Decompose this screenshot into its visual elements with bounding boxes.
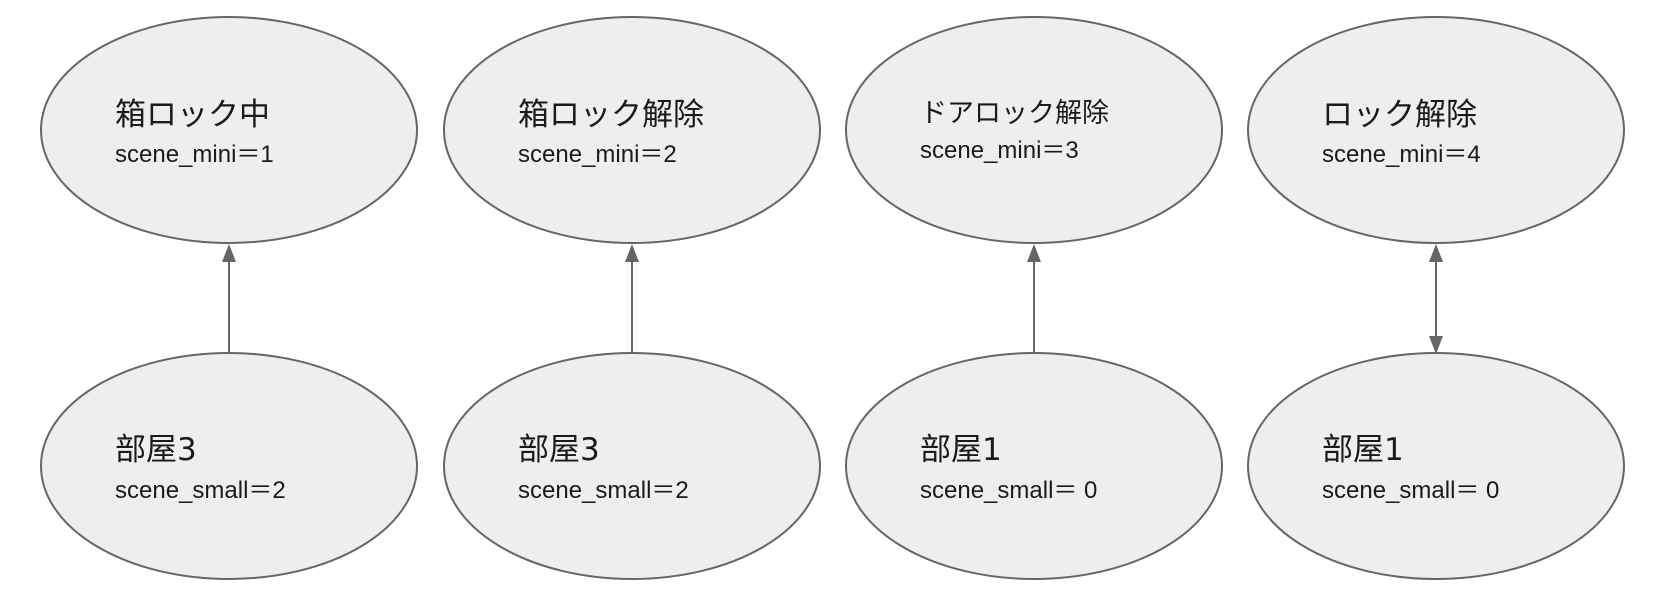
node-title: 部屋3 [115, 432, 197, 468]
state-diagram: 箱ロック中 scene_mini＝1 箱ロック解除 scene_mini＝2 ド… [40, 16, 1625, 580]
arrow-down-icon [1429, 336, 1443, 354]
arrow-up-icon [1429, 244, 1443, 262]
arrow-up-icon [625, 244, 639, 262]
node-top-2: 箱ロック解除 scene_mini＝2 [443, 16, 821, 244]
node-top-4: ロック解除 scene_mini＝4 [1247, 16, 1625, 244]
edge-bottom-3-to-top-3 [1027, 244, 1041, 354]
edge-bottom-4-to-top-4 [1429, 244, 1443, 354]
node-top-1: 箱ロック中 scene_mini＝1 [40, 16, 418, 244]
node-top-3: ドアロック解除 scene_mini＝3 [845, 16, 1223, 244]
arrow-up-icon [222, 244, 236, 262]
edge-bottom-1-to-top-1 [222, 244, 236, 354]
node-subtitle: scene_small＝2 [518, 477, 689, 504]
node-subtitle: scene_small＝ 0 [1322, 477, 1499, 504]
node-title: 箱ロック中 [115, 97, 270, 133]
node-subtitle: scene_mini＝4 [1322, 141, 1481, 168]
node-title: 部屋3 [518, 432, 600, 468]
node-bottom-1: 部屋3 scene_small＝2 [40, 352, 418, 580]
node-bottom-3: 部屋1 scene_small＝ 0 [845, 352, 1223, 580]
node-title: ロック解除 [1322, 97, 1477, 133]
node-title: 箱ロック解除 [518, 97, 704, 133]
node-subtitle: scene_mini＝2 [518, 141, 677, 168]
node-title: ドアロック解除 [920, 98, 1109, 129]
node-subtitle: scene_mini＝1 [115, 141, 274, 168]
arrow-up-icon [1027, 244, 1041, 262]
node-subtitle: scene_small＝ 0 [920, 477, 1097, 504]
node-subtitle: scene_mini＝3 [920, 137, 1079, 164]
node-title: 部屋1 [920, 432, 1002, 468]
node-subtitle: scene_small＝2 [115, 477, 286, 504]
edge-bottom-2-to-top-2 [625, 244, 639, 354]
node-bottom-2: 部屋3 scene_small＝2 [443, 352, 821, 580]
node-title: 部屋1 [1322, 432, 1404, 468]
node-bottom-4: 部屋1 scene_small＝ 0 [1247, 352, 1625, 580]
